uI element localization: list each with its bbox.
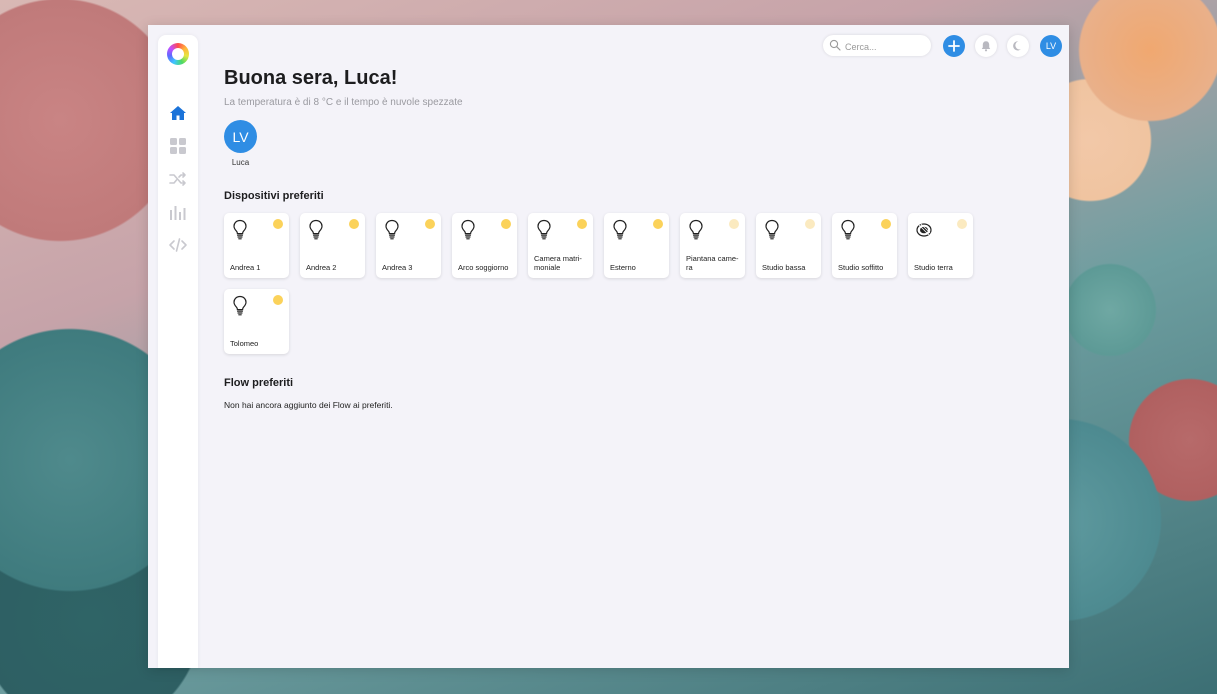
- device-name: Studio terra: [914, 263, 953, 272]
- device-card[interactable]: Camera matri-moniale: [528, 213, 593, 278]
- device-card[interactable]: Andrea 1: [224, 213, 289, 278]
- device-name: Camera matri-moniale: [534, 254, 582, 272]
- moon-icon: [1013, 41, 1021, 51]
- page-title: Buona sera, Luca!: [224, 67, 398, 89]
- flows-shuffle-icon[interactable]: [168, 169, 188, 189]
- favorite-devices-title: Dispositivi preferiti: [224, 190, 324, 202]
- power-toggle-icon[interactable]: [501, 219, 511, 229]
- device-card[interactable]: Arco soggiorno: [452, 213, 517, 278]
- device-card[interactable]: Tolomeo: [224, 289, 289, 354]
- user-avatar[interactable]: LV: [224, 120, 257, 153]
- notifications-button[interactable]: [975, 35, 997, 57]
- device-name: Andrea 3: [382, 263, 413, 272]
- homey-logo-icon[interactable]: [167, 43, 189, 65]
- bulb-icon: [689, 219, 703, 240]
- weather-summary: La temperatura è di 8 °C e il tempo è nu…: [224, 97, 463, 108]
- power-toggle-icon[interactable]: [577, 219, 587, 229]
- bulb-icon: [765, 219, 779, 240]
- bulb-icon: [233, 219, 247, 240]
- power-toggle-icon[interactable]: [729, 219, 739, 229]
- power-toggle-icon[interactable]: [273, 219, 283, 229]
- insights-chart-icon[interactable]: [168, 202, 188, 222]
- device-name: Arco soggiorno: [458, 263, 509, 272]
- bulb-icon: [613, 219, 627, 240]
- device-name: Andrea 1: [230, 263, 261, 272]
- dark-mode-button[interactable]: [1007, 35, 1029, 57]
- bulb-icon: [461, 219, 475, 240]
- power-toggle-icon[interactable]: [349, 219, 359, 229]
- device-name: Studio soffitto: [838, 263, 884, 272]
- device-name: Andrea 2: [306, 263, 337, 272]
- sidebar: [158, 35, 198, 668]
- device-card[interactable]: Andrea 2: [300, 213, 365, 278]
- favorite-flows-title: Flow preferiti: [224, 377, 294, 389]
- bulb-icon: [385, 219, 399, 240]
- user-name: Luca: [231, 158, 250, 167]
- power-toggle-icon[interactable]: [957, 219, 967, 229]
- power-toggle-icon[interactable]: [881, 219, 891, 229]
- device-name: Esterno: [610, 263, 636, 272]
- power-toggle-icon[interactable]: [653, 219, 663, 229]
- search-icon: [829, 39, 841, 51]
- device-card[interactable]: Studio bassa: [756, 213, 821, 278]
- device-name: Studio bassa: [762, 263, 806, 272]
- device-card[interactable]: Andrea 3: [376, 213, 441, 278]
- account-avatar[interactable]: LV: [1040, 35, 1062, 57]
- code-icon[interactable]: [168, 235, 188, 255]
- spot-lamp-icon: [916, 223, 932, 237]
- bulb-icon: [233, 295, 247, 316]
- add-button[interactable]: [943, 35, 965, 57]
- device-name: Piantana came-ra: [686, 254, 739, 272]
- home-icon[interactable]: [168, 103, 188, 123]
- power-toggle-icon[interactable]: [805, 219, 815, 229]
- search-input[interactable]: [843, 38, 929, 55]
- devices-grid-icon[interactable]: [168, 136, 188, 156]
- bulb-icon: [841, 219, 855, 240]
- device-card[interactable]: Studio terra: [908, 213, 973, 278]
- device-card[interactable]: Studio soffitto: [832, 213, 897, 278]
- favorite-flows-empty-message: Non hai ancora aggiunto dei Flow ai pref…: [224, 400, 393, 410]
- plus-icon: [948, 40, 960, 52]
- bulb-icon: [309, 219, 323, 240]
- power-toggle-icon[interactable]: [425, 219, 435, 229]
- device-card[interactable]: Esterno: [604, 213, 669, 278]
- device-card[interactable]: Piantana came-ra: [680, 213, 745, 278]
- bulb-icon: [537, 219, 551, 240]
- search-box[interactable]: [823, 35, 931, 56]
- power-toggle-icon[interactable]: [273, 295, 283, 305]
- bell-icon: [981, 41, 991, 52]
- device-name: Tolomeo: [230, 339, 259, 348]
- app-window: LV Buona sera, Luca! La temperatura è di…: [148, 25, 1069, 668]
